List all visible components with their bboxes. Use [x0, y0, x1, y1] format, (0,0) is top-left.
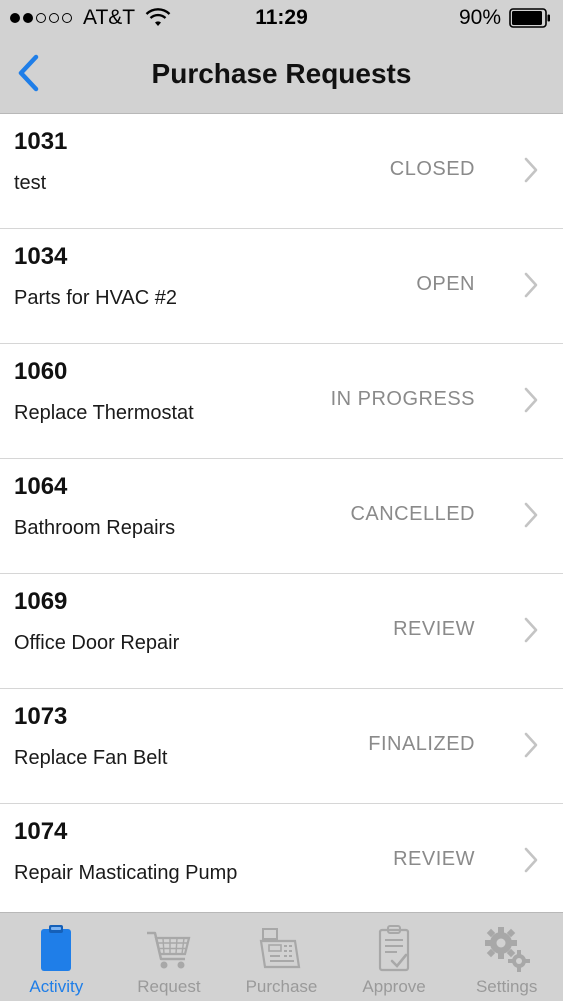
chevron-right-icon — [524, 732, 538, 758]
purchase-request-list: 1031 test CLOSED 1034 Parts for HVAC #2 … — [0, 114, 563, 912]
request-id: 1073 — [14, 703, 68, 730]
shopping-cart-icon — [146, 931, 191, 969]
request-description: Replace Fan Belt — [14, 747, 168, 769]
table-row[interactable]: 1064 Bathroom Repairs CANCELLED — [0, 459, 563, 574]
chevron-right-icon — [524, 272, 538, 298]
table-row[interactable]: 1069 Office Door Repair REVIEW — [0, 574, 563, 689]
tab-bar: Activity Request Purchase Approve Settin… — [0, 912, 563, 1001]
request-description: Bathroom Repairs — [14, 517, 176, 539]
status-badge: CANCELLED — [350, 503, 475, 525]
status-badge: IN PROGRESS — [330, 388, 475, 410]
navigation-bar: Purchase Requests — [0, 36, 563, 114]
status-right: 90% — [459, 6, 551, 30]
request-id: 1034 — [14, 243, 68, 270]
table-row[interactable]: 1074 Repair Masticating Pump REVIEW — [0, 804, 563, 912]
status-badge: CLOSED — [389, 158, 475, 180]
request-description: Parts for HVAC #2 — [14, 287, 178, 309]
tab-approve[interactable]: Approve — [338, 913, 451, 1001]
battery-icon — [509, 8, 550, 28]
tab-label: Request — [137, 977, 201, 996]
cash-register-icon — [260, 928, 301, 969]
request-description: Office Door Repair — [14, 632, 180, 654]
request-description: Replace Thermostat — [14, 402, 194, 424]
tab-purchase[interactable]: Purchase — [225, 913, 338, 1001]
tab-settings[interactable]: Settings — [450, 913, 563, 1001]
table-row[interactable]: 1031 test CLOSED — [0, 114, 563, 229]
request-id: 1031 — [14, 128, 68, 155]
tab-request[interactable]: Request — [113, 913, 226, 1001]
tab-label: Activity — [29, 977, 84, 996]
request-id: 1060 — [14, 358, 68, 385]
request-description: test — [14, 172, 47, 194]
chevron-right-icon — [524, 502, 538, 528]
table-row[interactable]: 1034 Parts for HVAC #2 OPEN — [0, 229, 563, 344]
request-id: 1074 — [14, 818, 68, 845]
gears-icon — [484, 927, 530, 972]
status-badge: REVIEW — [393, 618, 475, 640]
tab-label: Purchase — [245, 977, 318, 996]
request-id: 1069 — [14, 588, 68, 615]
checklist-icon — [378, 925, 410, 972]
table-row[interactable]: 1073 Replace Fan Belt FINALIZED — [0, 689, 563, 804]
tab-label: Settings — [475, 977, 538, 996]
request-description: Repair Masticating Pump — [14, 862, 238, 884]
tab-activity[interactable]: Activity — [0, 913, 113, 1001]
status-badge: OPEN — [416, 273, 475, 295]
clipboard-icon — [41, 925, 72, 971]
chevron-right-icon — [524, 157, 538, 183]
tab-label: Approve — [362, 977, 426, 996]
request-id: 1064 — [14, 473, 68, 500]
battery-percent: 90% — [458, 6, 501, 29]
status-badge: FINALIZED — [368, 733, 475, 755]
status-badge: REVIEW — [393, 848, 475, 870]
page-title: Purchase Requests — [151, 58, 412, 89]
chevron-right-icon — [524, 847, 538, 873]
table-row[interactable]: 1060 Replace Thermostat IN PROGRESS — [0, 344, 563, 459]
chevron-right-icon — [524, 387, 538, 413]
status-bar: AT&T 11:29 90% — [0, 0, 563, 36]
chevron-right-icon — [524, 617, 538, 643]
